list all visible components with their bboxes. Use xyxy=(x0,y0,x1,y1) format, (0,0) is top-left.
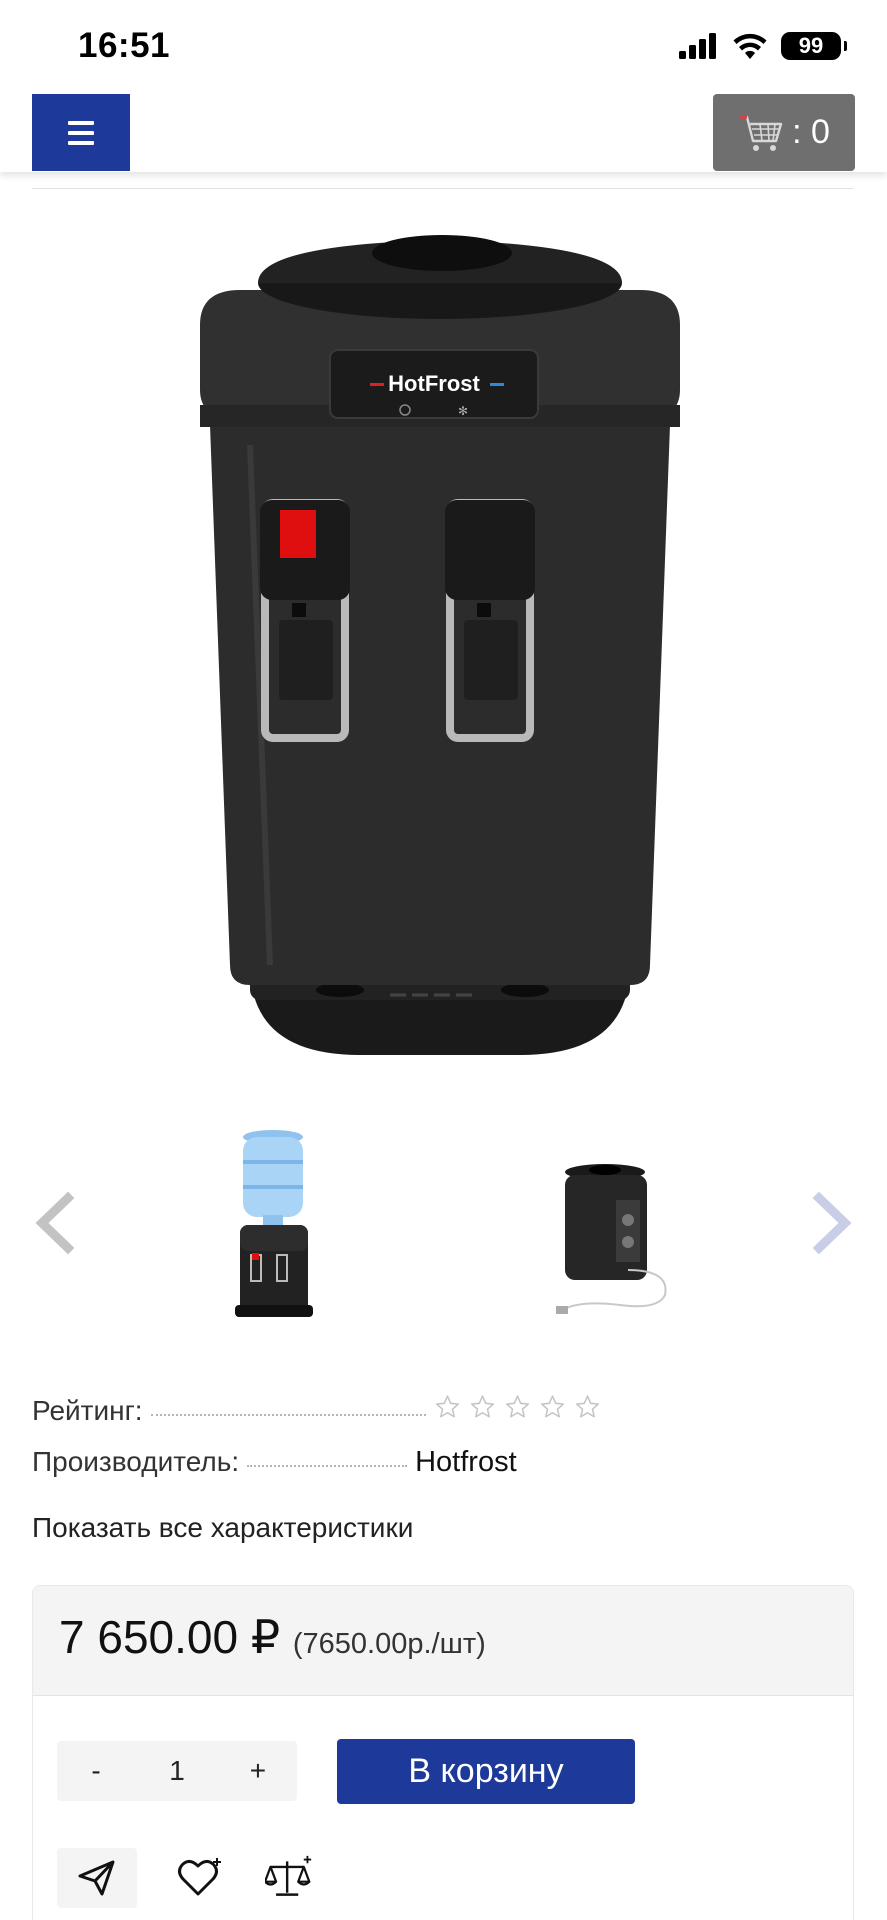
price-per-unit: (7650.00р./шт) xyxy=(292,1628,486,1660)
manufacturer-label: Производитель: xyxy=(32,1446,240,1477)
manufacturer-value: Hotfrost xyxy=(415,1446,517,1478)
quantity-stepper: - 1 + xyxy=(57,1741,297,1801)
hamburger-icon xyxy=(68,120,94,125)
signal-icon xyxy=(679,33,716,59)
status-bar: 16:51 99 xyxy=(0,0,887,92)
product-actions xyxy=(57,1848,313,1908)
star-icon[interactable] xyxy=(434,1394,461,1420)
star-icon[interactable] xyxy=(469,1394,496,1420)
star-icon[interactable] xyxy=(539,1394,566,1420)
heart-plus-icon xyxy=(178,1858,221,1896)
cart-icon xyxy=(740,115,783,151)
star-icon[interactable] xyxy=(504,1394,531,1420)
price: 7 650.00 ₽ (7650.00р./шт) xyxy=(59,1610,486,1664)
svg-text:HotFrost: HotFrost xyxy=(388,371,480,396)
manufacturer-row: Производитель: Hotfrost xyxy=(32,1446,857,1479)
price-header: 7 650.00 ₽ (7650.00р./шт) xyxy=(33,1586,853,1696)
rating-row: Рейтинг: xyxy=(32,1394,857,1427)
product-image[interactable]: HotFrost ✻ xyxy=(180,225,700,1065)
quantity-value[interactable]: 1 xyxy=(169,1755,185,1787)
chevron-left-icon[interactable] xyxy=(30,1190,80,1256)
share-button[interactable] xyxy=(57,1848,137,1908)
status-icons: 99 xyxy=(679,32,847,60)
add-to-compare-button[interactable] xyxy=(265,1854,313,1902)
gallery-thumbnail-1[interactable] xyxy=(225,1125,325,1325)
price-box: 7 650.00 ₽ (7650.00р./шт) - 1 + В корзин… xyxy=(32,1585,854,1920)
scales-plus-icon xyxy=(265,1855,312,1896)
cart-button[interactable]: : 0 xyxy=(713,94,855,171)
add-to-cart-button[interactable]: В корзину xyxy=(337,1739,635,1804)
show-all-specs-link[interactable]: Показать все характеристики xyxy=(32,1512,413,1544)
star-icon[interactable] xyxy=(574,1394,601,1420)
battery-indicator: 99 xyxy=(781,32,847,60)
cart-count: : 0 xyxy=(792,113,830,151)
chevron-right-icon[interactable] xyxy=(807,1190,857,1256)
rating-stars[interactable] xyxy=(434,1394,601,1420)
quantity-increase-button[interactable]: + xyxy=(243,1755,273,1787)
quantity-decrease-button[interactable]: - xyxy=(81,1755,111,1787)
site-header: : 0 xyxy=(0,92,887,172)
divider xyxy=(32,188,854,189)
add-to-wishlist-button[interactable] xyxy=(177,1854,225,1902)
rating-label: Рейтинг: xyxy=(32,1395,143,1426)
menu-button[interactable] xyxy=(32,94,130,171)
status-time: 16:51 xyxy=(78,26,171,65)
price-value: 7 650.00 ₽ xyxy=(59,1611,281,1663)
send-icon xyxy=(78,1860,115,1896)
svg-text:✻: ✻ xyxy=(458,404,468,418)
wifi-icon xyxy=(733,33,767,59)
gallery-thumbnail-2[interactable] xyxy=(550,1160,680,1320)
